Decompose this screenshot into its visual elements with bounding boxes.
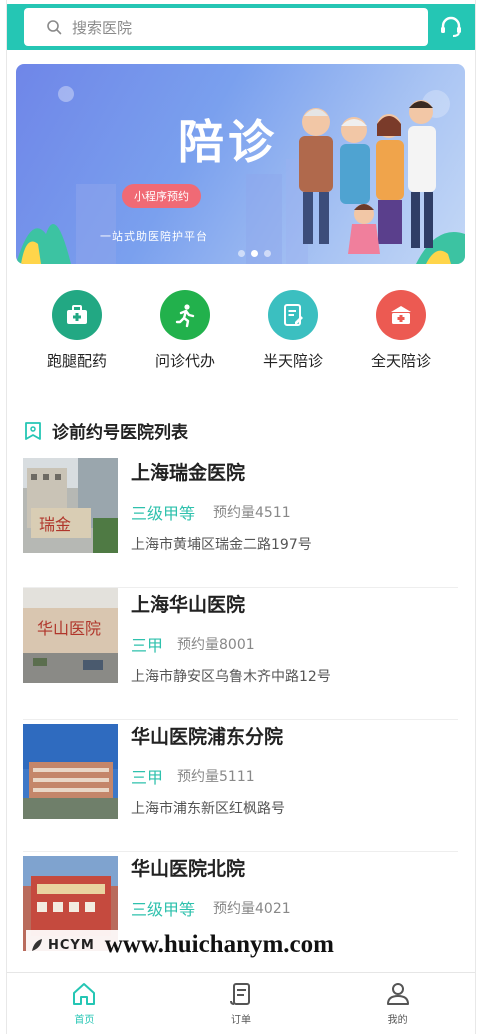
category-consult-agent[interactable]: 问诊代办: [131, 290, 239, 371]
hospital-level: 三级甲等: [131, 504, 196, 523]
medicine-bag-icon: [67, 305, 87, 324]
home-icon: [73, 983, 96, 1005]
category-icon-circle: [52, 290, 102, 340]
top-bar: 搜索医院: [6, 4, 476, 50]
hospital-list: 瑞金 上海瑞金医院 三级甲等 预约量4511 上海市黄埔区瑞金二路197号 华山…: [23, 456, 458, 984]
hospital-name: 华山医院浦东分院: [131, 726, 284, 748]
carousel-dot-active[interactable]: [251, 250, 258, 257]
category-full-day-escort[interactable]: 全天陪诊: [347, 290, 455, 371]
banner-subtitle: 一站式助医陪护平台: [100, 230, 208, 243]
hospital-card[interactable]: 华山医院浦东分院 三甲 预约量5111 上海市浦东新区红枫路号: [23, 720, 458, 852]
carousel-dots: [238, 250, 271, 257]
category-label: 问诊代办: [154, 352, 215, 370]
hospital-name: 华山医院北院: [131, 858, 246, 880]
hospital-appointment-count: 预约量8001: [177, 637, 255, 653]
leaf-logo-icon: [32, 939, 42, 951]
nav-profile[interactable]: 我的: [319, 973, 476, 1032]
first-aid-kit-icon: [391, 306, 411, 324]
running-person-icon: [175, 304, 195, 328]
hospital-appointment-count: 预约量4511: [213, 505, 291, 521]
banner-title: 陪诊: [178, 115, 278, 169]
hospital-card[interactable]: 瑞金 上海瑞金医院 三级甲等 预约量4511 上海市黄埔区瑞金二路197号: [23, 456, 458, 588]
category-label: 半天陪诊: [262, 352, 323, 370]
banner-pill: 小程序预约: [122, 184, 201, 208]
bottom-nav: 首页 订单 我的: [6, 972, 476, 1032]
category-label: 跑腿配药: [46, 352, 107, 370]
nav-label: 首页: [74, 1015, 95, 1026]
photo-sign-text: 瑞金: [39, 515, 71, 534]
bookmark-icon: [25, 421, 41, 440]
carousel-dot[interactable]: [264, 250, 271, 257]
clipboard-icon: [284, 304, 303, 326]
hospital-address: 上海市浦东新区红枫路号: [131, 801, 285, 817]
category-label: 全天陪诊: [370, 352, 431, 370]
search-placeholder: 搜索医院: [72, 18, 133, 37]
user-icon: [386, 983, 409, 1005]
hospital-card[interactable]: 华山医院北院 三级甲等 预约量4021: [23, 852, 458, 984]
hospital-appointment-count: 预约量4021: [213, 901, 291, 917]
watermark-logo: HCYM: [48, 937, 95, 953]
hospital-name: 上海华山医院: [131, 594, 246, 616]
nav-orders[interactable]: 订单: [163, 973, 320, 1032]
search-icon: [47, 20, 62, 35]
category-pharmacy-errand[interactable]: 跑腿配药: [23, 290, 131, 371]
service-categories: 跑腿配药 问诊代办 半天陪诊 全天陪诊: [0, 290, 481, 371]
nav-label: 我的: [387, 1015, 408, 1026]
nav-label: 订单: [231, 1015, 251, 1026]
category-half-day-escort[interactable]: 半天陪诊: [239, 290, 347, 371]
hospital-name: 上海瑞金医院: [131, 462, 246, 484]
hospital-address: 上海市静安区乌鲁木齐中路12号: [131, 669, 331, 685]
section-header: 诊前约号医院列表: [24, 418, 188, 443]
hospital-photo: [23, 724, 118, 819]
watermark-url: www.huichanym.com: [104, 931, 334, 958]
watermark: HCYM www.huichanym.com: [26, 930, 338, 960]
hospital-level: 三甲: [131, 768, 164, 787]
nav-home[interactable]: 首页: [6, 973, 163, 1032]
app-page: 搜索医院 陪诊 小程序预约 一站式助医陪护平台 跑腿配药 问诊代办 半天陪诊 全…: [0, 0, 481, 1034]
customer-service-button[interactable]: [436, 12, 466, 42]
photo-sign-text: 华山医院: [37, 619, 101, 638]
hospital-level: 三级甲等: [131, 900, 196, 919]
promo-banner[interactable]: 陪诊 小程序预约 一站式助医陪护平台: [16, 64, 465, 264]
search-input[interactable]: 搜索医院: [24, 8, 428, 46]
hospital-appointment-count: 预约量5111: [177, 769, 255, 785]
category-icon-circle: [160, 290, 210, 340]
section-title: 诊前约号医院列表: [52, 423, 188, 443]
hospital-address: 上海市黄埔区瑞金二路197号: [131, 537, 312, 553]
hospital-level: 三甲: [131, 636, 164, 655]
category-icon-circle: [268, 290, 318, 340]
category-icon-circle: [376, 290, 426, 340]
order-icon: [230, 983, 250, 1005]
carousel-dot[interactable]: [238, 250, 245, 257]
hospital-photo: 瑞金: [23, 458, 118, 553]
headset-icon: [441, 16, 461, 37]
hospital-photo: 华山医院: [23, 588, 118, 683]
hospital-card[interactable]: 华山医院 上海华山医院 三甲 预约量8001 上海市静安区乌鲁木齐中路12号: [23, 588, 458, 720]
